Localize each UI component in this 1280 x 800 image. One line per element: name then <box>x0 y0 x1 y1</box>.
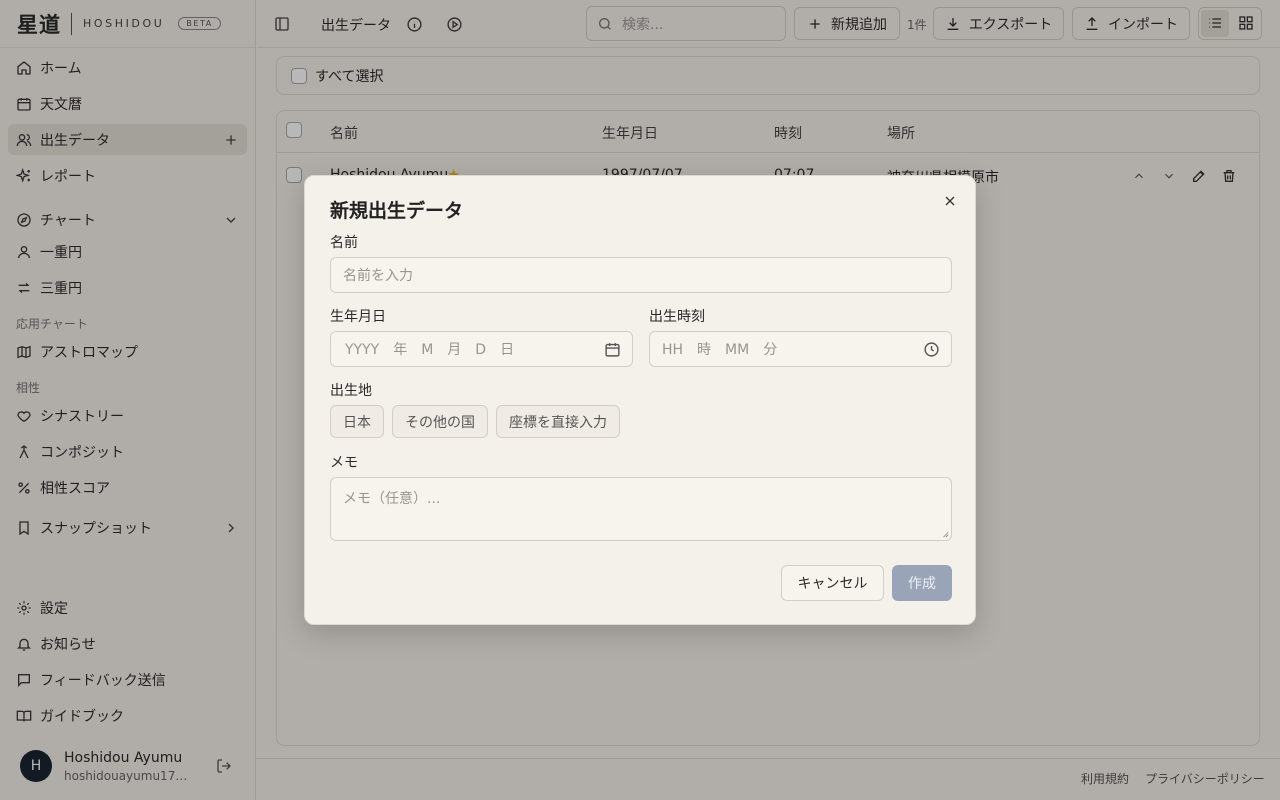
place-option-japan[interactable]: 日本 <box>330 405 384 438</box>
place-label: 出生地 <box>330 383 372 399</box>
cancel-button[interactable]: キャンセル <box>781 565 884 601</box>
date-input[interactable]: YYYY 年 M 月 D 日 <box>330 331 633 367</box>
memo-textarea[interactable]: メモ（任意）... <box>330 477 952 541</box>
place-option-other-country[interactable]: その他の国 <box>392 405 488 438</box>
clock-icon[interactable] <box>923 341 940 358</box>
resize-handle-icon[interactable] <box>941 530 949 538</box>
date-label: 生年月日 <box>330 309 386 325</box>
name-label: 名前 <box>330 235 358 251</box>
date-placeholder: YYYY 年 M 月 D 日 <box>345 342 515 358</box>
memo-label: メモ <box>330 455 358 471</box>
time-label: 出生時刻 <box>649 309 705 325</box>
create-button[interactable]: 作成 <box>892 565 952 601</box>
time-input[interactable]: HH 時 MM 分 <box>649 331 952 367</box>
place-option-coordinates[interactable]: 座標を直接入力 <box>496 405 620 438</box>
new-birth-data-dialog: 新規出生データ 名前 名前を入力 生年月日 YYYY 年 M 月 D 日 出生時… <box>304 175 976 625</box>
memo-placeholder: メモ（任意）... <box>343 491 441 507</box>
name-placeholder: 名前を入力 <box>343 268 413 284</box>
dialog-title: 新規出生データ <box>330 200 464 222</box>
time-placeholder: HH 時 MM 分 <box>662 342 778 358</box>
name-input[interactable]: 名前を入力 <box>330 257 952 293</box>
calendar-icon[interactable] <box>604 341 621 358</box>
close-icon[interactable] <box>942 193 958 209</box>
